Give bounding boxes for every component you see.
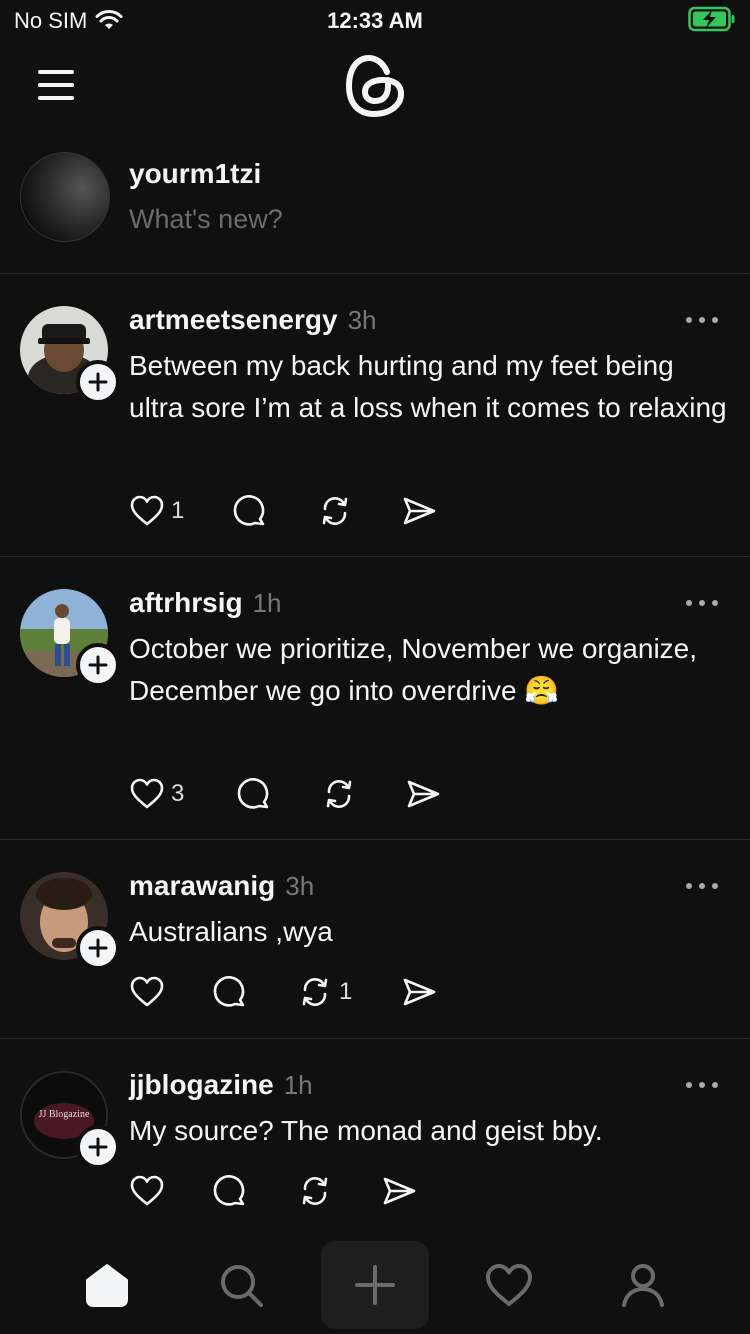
repost-icon bbox=[302, 1177, 328, 1205]
feed-post[interactable]: aftrhrsig 1h October we prioritize, Nove… bbox=[0, 557, 750, 840]
post-username[interactable]: jjblogazine bbox=[129, 1069, 274, 1101]
post-actions bbox=[129, 1171, 417, 1211]
reply-button[interactable] bbox=[237, 776, 321, 812]
clock: 12:33 AM bbox=[327, 8, 423, 33]
repost-button[interactable]: 1 bbox=[297, 974, 401, 1010]
avatar-logo-text: JJ Blogazine bbox=[39, 1109, 90, 1120]
share-button[interactable] bbox=[381, 1173, 417, 1209]
repost-button[interactable] bbox=[321, 776, 405, 812]
post-text: Between my back hurting and my feet bein… bbox=[129, 350, 727, 423]
new-thread-composer[interactable]: yourm1tzi What's new? bbox=[0, 140, 750, 274]
plus-icon bbox=[88, 655, 108, 675]
menu-icon[interactable] bbox=[38, 70, 74, 100]
share-button[interactable] bbox=[401, 493, 437, 529]
search-icon bbox=[221, 1265, 263, 1307]
more-options-icon[interactable] bbox=[684, 597, 720, 609]
home-icon bbox=[86, 1264, 128, 1307]
like-count: 1 bbox=[171, 497, 185, 524]
more-options-icon[interactable] bbox=[684, 1079, 720, 1091]
bottom-tab-bar bbox=[0, 1236, 750, 1334]
more-options-icon[interactable] bbox=[684, 314, 720, 326]
heart-icon bbox=[130, 778, 164, 809]
like-button[interactable] bbox=[129, 974, 213, 1010]
post-actions: 1 bbox=[129, 491, 437, 531]
like-button[interactable]: 1 bbox=[129, 493, 233, 529]
plus-icon bbox=[88, 1137, 108, 1157]
comment-icon bbox=[213, 976, 245, 1007]
post-username[interactable]: marawanig bbox=[129, 870, 275, 902]
feed-post[interactable]: JJ Blogazine jjblogazine 1h My source? T… bbox=[0, 1039, 750, 1236]
compose-icon bbox=[355, 1265, 395, 1305]
like-count: 3 bbox=[171, 780, 185, 807]
heart-icon bbox=[130, 976, 164, 1007]
tab-activity[interactable] bbox=[482, 1260, 536, 1310]
repost-icon bbox=[326, 780, 352, 808]
repost-button[interactable] bbox=[297, 1173, 381, 1209]
feed-post[interactable]: artmeetsenergy 3h Between my back hurtin… bbox=[0, 274, 750, 557]
post-text: Australians ,wya bbox=[129, 916, 333, 947]
activity-heart-icon bbox=[486, 1264, 532, 1306]
tab-home[interactable] bbox=[80, 1260, 134, 1310]
heart-icon bbox=[130, 1175, 164, 1206]
post-actions: 3 bbox=[129, 774, 441, 814]
status-bar: No SIM 12:33 AM bbox=[0, 0, 750, 44]
share-send-icon bbox=[403, 978, 436, 1006]
share-button[interactable] bbox=[405, 776, 441, 812]
reply-button[interactable] bbox=[233, 493, 317, 529]
plus-icon bbox=[88, 372, 108, 392]
repost-icon bbox=[302, 978, 328, 1006]
tab-new-thread[interactable] bbox=[321, 1241, 429, 1329]
profile-icon bbox=[622, 1264, 664, 1307]
post-time: 1h bbox=[252, 588, 282, 618]
heart-icon bbox=[130, 495, 164, 526]
repost-icon bbox=[322, 497, 348, 525]
post-text: October we prioritize, November we organ… bbox=[129, 633, 698, 706]
feed-post[interactable]: marawanig 3h Australians ,wya 1 bbox=[0, 840, 750, 1039]
threads-logo-icon[interactable] bbox=[343, 52, 407, 120]
follow-button[interactable] bbox=[76, 360, 120, 404]
like-button[interactable]: 3 bbox=[129, 776, 237, 812]
comment-icon bbox=[213, 1175, 245, 1206]
post-text: My source? The monad and geist bby. bbox=[129, 1115, 603, 1146]
plus-icon bbox=[88, 938, 108, 958]
comment-icon bbox=[233, 495, 265, 526]
tab-search[interactable] bbox=[214, 1260, 268, 1310]
repost-count: 1 bbox=[339, 978, 353, 1005]
tab-profile[interactable] bbox=[616, 1260, 670, 1310]
post-username[interactable]: artmeetsenergy bbox=[129, 304, 338, 336]
more-options-icon[interactable] bbox=[684, 880, 720, 892]
post-actions: 1 bbox=[129, 972, 437, 1012]
follow-button[interactable] bbox=[76, 643, 120, 687]
follow-button[interactable] bbox=[76, 1125, 120, 1169]
share-send-icon bbox=[407, 780, 440, 808]
follow-button[interactable] bbox=[76, 926, 120, 970]
share-send-icon bbox=[383, 1177, 416, 1205]
repost-button[interactable] bbox=[317, 493, 401, 529]
composer-username: yourm1tzi bbox=[129, 158, 262, 189]
reply-button[interactable] bbox=[213, 974, 297, 1010]
like-button[interactable] bbox=[129, 1173, 213, 1209]
reply-button[interactable] bbox=[213, 1173, 297, 1209]
share-button[interactable] bbox=[401, 974, 437, 1010]
post-time: 1h bbox=[283, 1070, 313, 1100]
composer-input[interactable]: What's new? bbox=[129, 204, 283, 235]
comment-icon bbox=[237, 778, 269, 809]
avatar[interactable] bbox=[20, 152, 110, 242]
share-send-icon bbox=[403, 497, 436, 525]
post-time: 3h bbox=[285, 871, 315, 901]
post-time: 3h bbox=[347, 305, 377, 335]
post-username[interactable]: aftrhrsig bbox=[129, 587, 243, 619]
battery-charging-icon bbox=[688, 6, 735, 32]
